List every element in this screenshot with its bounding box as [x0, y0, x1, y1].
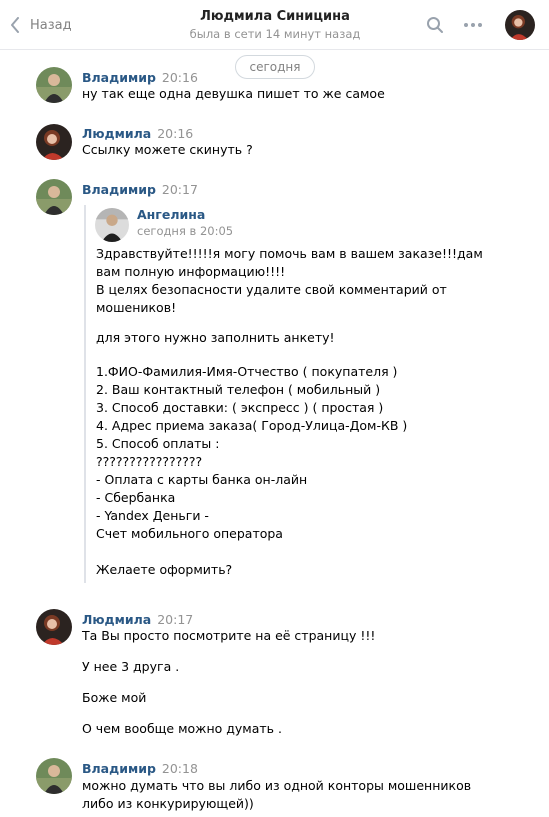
last-seen-status: была в сети 14 минут назад	[189, 27, 361, 41]
more-button[interactable]	[462, 14, 484, 36]
message-meta: Владимир 20:17	[82, 182, 198, 198]
chat-title-block[interactable]: Людмила Синицина была в сети 14 минут на…	[150, 8, 400, 42]
chat-header: Назад Людмила Синицина была в сети 14 ми…	[0, 0, 549, 50]
message-meta: Владимир 20:16	[82, 70, 198, 86]
message-author[interactable]: Владимир	[82, 182, 156, 197]
forwarded-text-line: Счет мобильного оператора	[96, 526, 283, 541]
avatar-woman-image	[505, 10, 535, 40]
avatar-man-image	[36, 758, 72, 794]
message-time: 20:16	[157, 126, 194, 141]
forwarded-text-line: - Оплата с карты банка он-лайн	[96, 472, 308, 487]
forwarded-text-line: вам полную информацию!!!!	[96, 264, 286, 279]
avatar[interactable]	[36, 67, 72, 103]
more-dots-icon	[464, 23, 482, 27]
avatar-woman-image	[36, 609, 72, 645]
forwarded-text-line: 4. Адрес приема заказа( Город-Улица-Дом-…	[96, 418, 408, 433]
message-text: ну так еще одна девушка пишет то же само…	[82, 86, 385, 101]
message-author[interactable]: Владимир	[82, 761, 156, 776]
search-button[interactable]	[424, 14, 446, 36]
message-time: 20:17	[157, 612, 194, 627]
message-meta: Людмила 20:17	[82, 612, 193, 628]
message-author[interactable]: Людмила	[82, 612, 151, 627]
avatar-man-image	[36, 179, 72, 215]
message-time: 20:16	[161, 70, 198, 85]
forwarded-text-line: 5. Способ оплаты :	[96, 436, 220, 451]
avatar[interactable]	[36, 758, 72, 794]
forwarded-text-line: 1.ФИО-Фамилия-Имя-Отчество ( покупателя …	[96, 364, 398, 379]
avatar-man-image	[36, 67, 72, 103]
forwarded-time: сегодня в 20:05	[137, 224, 234, 238]
avatar[interactable]	[36, 124, 72, 160]
back-button[interactable]: Назад	[10, 14, 72, 36]
message-author[interactable]: Владимир	[82, 70, 156, 85]
message-text: можно думать что вы либо из одной контор…	[82, 778, 472, 793]
message-time: 20:17	[161, 182, 198, 197]
message-text: Та Вы просто посмотрите на её страницу !…	[82, 628, 376, 643]
forwarded-text-line: ????????????????	[96, 454, 203, 469]
interlocutor-avatar[interactable]	[505, 10, 535, 40]
avatar-man-image	[95, 208, 129, 242]
message-text: У нее 3 друга .	[82, 659, 180, 674]
avatar[interactable]	[36, 609, 72, 645]
back-label: Назад	[30, 17, 72, 33]
forwarded-text-line: Здравствуйте!!!!!я могу помочь вам в ваш…	[96, 246, 483, 261]
forwarded-message[interactable]: Ангелина сегодня в 20:05 Здравствуйте!!!…	[84, 205, 483, 583]
chevron-left-icon	[11, 17, 19, 33]
message-text: Ссылку можете скинуть ?	[82, 142, 253, 157]
date-divider: сегодня	[235, 55, 315, 79]
message-meta: Владимир 20:18	[82, 761, 198, 777]
forwarded-text-line: для этого нужно заполнить анкету!	[96, 330, 335, 345]
message-text: О чем вообще можно думать .	[82, 721, 282, 736]
message-text: либо из конкурирующей))	[82, 796, 254, 811]
forwarded-text-line: В целях безопасности удалите свой коммен…	[96, 282, 447, 297]
avatar-woman-image	[36, 124, 72, 160]
forwarded-author[interactable]: Ангелина	[137, 207, 205, 222]
forwarded-avatar[interactable]	[95, 208, 129, 242]
message-text: Боже мой	[82, 690, 147, 705]
forwarded-text-line: - Yandex Деньги -	[96, 508, 209, 523]
forwarded-text-line: 2. Ваш контактный телефон ( мобильный )	[96, 382, 381, 397]
message-meta: Людмила 20:16	[82, 126, 193, 142]
forwarded-text-line: - Сбербанка	[96, 490, 176, 505]
forwarded-text-line: мошеников!	[96, 300, 177, 315]
message-author[interactable]: Людмила	[82, 126, 151, 141]
search-icon	[427, 17, 443, 33]
avatar[interactable]	[36, 179, 72, 215]
forwarded-text-line: Желаете оформить?	[96, 562, 233, 577]
message-time: 20:18	[161, 761, 198, 776]
chat-title: Людмила Синицина	[200, 9, 350, 24]
forwarded-text-line: 3. Способ доставки: ( экспресс ) ( прост…	[96, 400, 384, 415]
